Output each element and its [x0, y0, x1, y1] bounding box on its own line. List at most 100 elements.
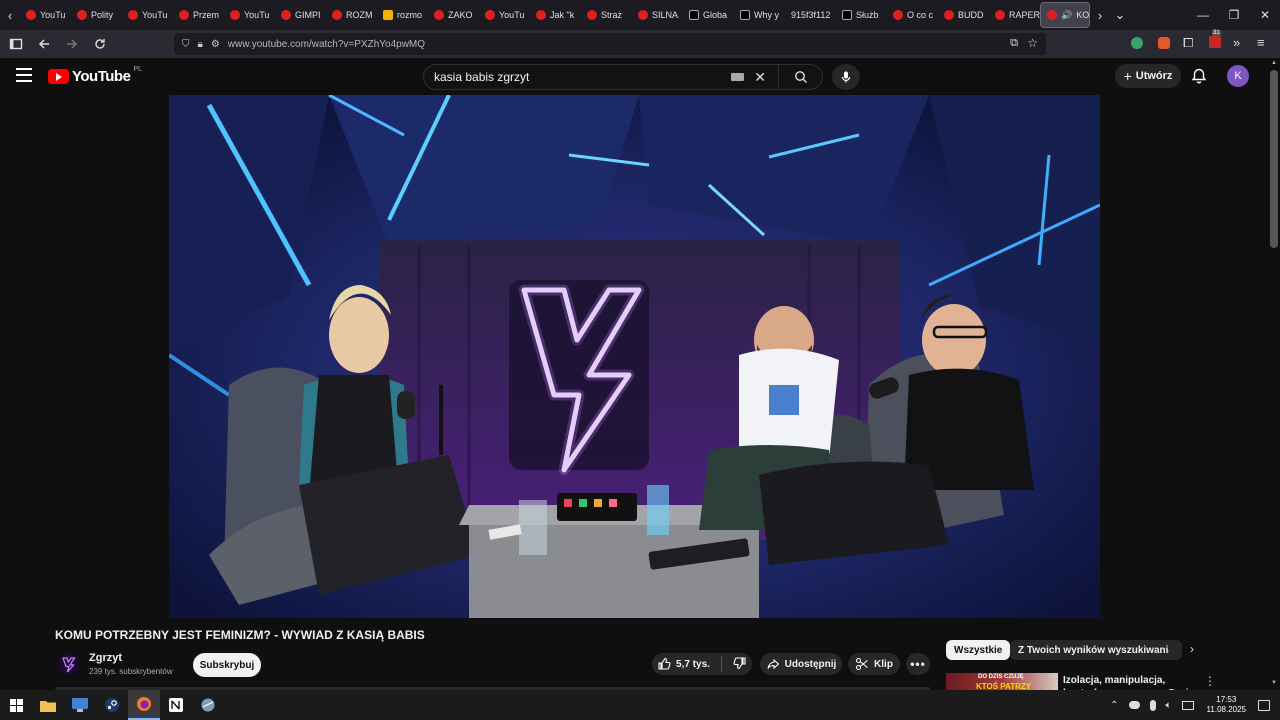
- notion-icon[interactable]: [160, 690, 192, 720]
- network-icon[interactable]: [1181, 700, 1194, 710]
- subscribe-button[interactable]: Subskrybuj: [193, 653, 261, 677]
- like-button[interactable]: 5,7 tys.: [657, 657, 710, 671]
- steam-icon[interactable]: [96, 690, 128, 720]
- page-scrollbar[interactable]: ▲ ▼: [1268, 58, 1280, 690]
- browser-tab[interactable]: YouTu: [479, 2, 530, 28]
- video-player[interactable]: [169, 95, 1100, 618]
- browser-tab[interactable]: YouTu: [122, 2, 173, 28]
- scroll-down-arrow-icon[interactable]: ▼: [1271, 680, 1277, 686]
- browser-tab[interactable]: Jak "k: [530, 2, 581, 28]
- browser-nav-bar: ⛉ 🔒︎ ⚙ www.youtube.com/watch?v=PXZhYo4pw…: [0, 30, 1280, 58]
- bookmark-star-icon[interactable]: ☆: [1027, 36, 1038, 50]
- browser-tab[interactable]: RAPER: [989, 2, 1040, 28]
- tabs-scroll-left-button[interactable]: ‹: [0, 2, 20, 28]
- address-bar[interactable]: ⛉ 🔒︎ ⚙ www.youtube.com/watch?v=PXZhYo4pw…: [174, 33, 1046, 55]
- browser-tab[interactable]: 915f3f112: [785, 2, 836, 28]
- browser-tab[interactable]: YouTu: [20, 2, 71, 28]
- keyboard-icon[interactable]: [731, 73, 745, 81]
- region-code: PL: [133, 66, 142, 73]
- clip-button[interactable]: Klip: [848, 653, 900, 675]
- chips-next-icon[interactable]: ›: [1190, 642, 1194, 656]
- tab-label: YouTu: [244, 10, 270, 20]
- microphone-tray-icon[interactable]: [1149, 699, 1156, 711]
- tab-active[interactable]: 🔊 KOI: [1040, 2, 1090, 28]
- chip-all[interactable]: Wszystkie: [946, 640, 1011, 660]
- youtube-icon: [332, 10, 342, 20]
- recommendation-title[interactable]: Izolacja, manipulacja, kontrola – rozmow…: [1063, 674, 1203, 690]
- search-input[interactable]: kasia babis zgrzyt: [424, 70, 731, 84]
- browser-tab[interactable]: ZAKO: [428, 2, 479, 28]
- shield-icon[interactable]: ⛉: [182, 39, 190, 50]
- browser-tab[interactable]: Przem: [173, 2, 224, 28]
- speaker-icon[interactable]: 🔊: [1061, 10, 1072, 21]
- notifications-bell-icon[interactable]: [1190, 67, 1208, 85]
- search-button[interactable]: [778, 65, 822, 89]
- overflow-menu-icon[interactable]: »: [1233, 35, 1240, 50]
- picture-in-picture-icon[interactable]: ⧉: [1010, 37, 1018, 50]
- share-button[interactable]: Udostępnij: [760, 653, 842, 675]
- clear-search-icon[interactable]: ✕: [754, 69, 766, 86]
- tabs-scroll-right-button[interactable]: ›: [1090, 2, 1110, 28]
- guide-menu-icon[interactable]: [16, 68, 32, 82]
- control-panel-icon[interactable]: [64, 690, 96, 720]
- youtube-icon: [281, 10, 291, 20]
- browser-tab[interactable]: Polity: [71, 2, 122, 28]
- sidebar-toggle-icon[interactable]: [4, 32, 28, 56]
- browser-tab[interactable]: SILNA: [632, 2, 683, 28]
- app-globe-icon[interactable]: [192, 690, 224, 720]
- tab-label: Straż: [601, 10, 623, 20]
- browser-tab[interactable]: ROZM: [326, 2, 377, 28]
- browser-tab[interactable]: GIMPI: [275, 2, 326, 28]
- restore-button[interactable]: ❐: [1218, 0, 1250, 30]
- browser-tab[interactable]: Służb: [836, 2, 887, 28]
- voice-search-button[interactable]: [832, 64, 860, 90]
- tray-overflow-icon[interactable]: ⌃: [1110, 700, 1118, 711]
- chip-overflow[interactable]: [1169, 640, 1181, 660]
- youtube-icon: [893, 10, 903, 20]
- back-button[interactable]: [32, 32, 56, 56]
- dislike-button[interactable]: [733, 656, 747, 673]
- browser-tab[interactable]: Straż: [581, 2, 632, 28]
- scrollbar-thumb[interactable]: [1270, 70, 1278, 248]
- app-menu-icon[interactable]: ≡: [1257, 35, 1265, 50]
- chip-from-search[interactable]: Z Twoich wyników wyszukiwania: [1010, 640, 1182, 660]
- forward-button[interactable]: [60, 32, 84, 56]
- volume-icon[interactable]: 🔈︎: [1166, 700, 1172, 711]
- firefox-icon[interactable]: [128, 690, 160, 720]
- reload-button[interactable]: [88, 32, 112, 56]
- share-arrow-icon: [767, 658, 779, 670]
- recommendation-thumbnail[interactable]: DO DZIŚ CZUJĘ KTOŚ PATRZY: [946, 673, 1058, 691]
- plus-icon: +: [1123, 68, 1132, 84]
- microphone-icon: [841, 71, 851, 83]
- extension-badge-icon[interactable]: 31: [1209, 30, 1221, 48]
- permissions-icon[interactable]: ⚙: [211, 39, 220, 50]
- start-button[interactable]: [0, 690, 32, 720]
- tab-label: Polity: [91, 10, 114, 20]
- extension-fox-icon[interactable]: [1158, 37, 1170, 49]
- channel-name[interactable]: Zgrzyt: [89, 652, 122, 664]
- minimize-button[interactable]: —: [1187, 0, 1219, 30]
- taskbar-clock[interactable]: 17:53 11.08.2025: [1207, 695, 1246, 715]
- recommendation-menu-icon[interactable]: ⋮: [1204, 674, 1216, 688]
- browser-tab[interactable]: O co c: [887, 2, 938, 28]
- extension-shield-icon[interactable]: [1131, 37, 1143, 49]
- search-box[interactable]: kasia babis zgrzyt ✕: [423, 64, 823, 90]
- youtube-logo[interactable]: YouTube PL: [48, 66, 142, 85]
- lock-icon[interactable]: 🔒︎: [198, 39, 203, 50]
- more-actions-button[interactable]: •••: [906, 653, 930, 675]
- browser-tab[interactable]: Globa: [683, 2, 734, 28]
- channel-avatar[interactable]: [57, 653, 79, 675]
- account-avatar[interactable]: K: [1227, 65, 1249, 87]
- notifications-icon[interactable]: [1258, 699, 1270, 711]
- list-all-tabs-button[interactable]: ⌄: [1110, 2, 1130, 28]
- scroll-up-arrow-icon[interactable]: ▲: [1271, 60, 1277, 66]
- onedrive-cloud-icon[interactable]: [1128, 701, 1140, 709]
- browser-tab[interactable]: YouTu: [224, 2, 275, 28]
- browser-tab[interactable]: Why y: [734, 2, 785, 28]
- close-window-button[interactable]: ✕: [1249, 0, 1280, 30]
- browser-tab[interactable]: rozmo: [377, 2, 428, 28]
- file-explorer-icon[interactable]: [32, 690, 64, 720]
- browser-tab[interactable]: BUDD: [938, 2, 989, 28]
- extensions-puzzle-icon[interactable]: ⧠: [1183, 35, 1193, 51]
- create-button[interactable]: + Utwórz: [1115, 64, 1181, 88]
